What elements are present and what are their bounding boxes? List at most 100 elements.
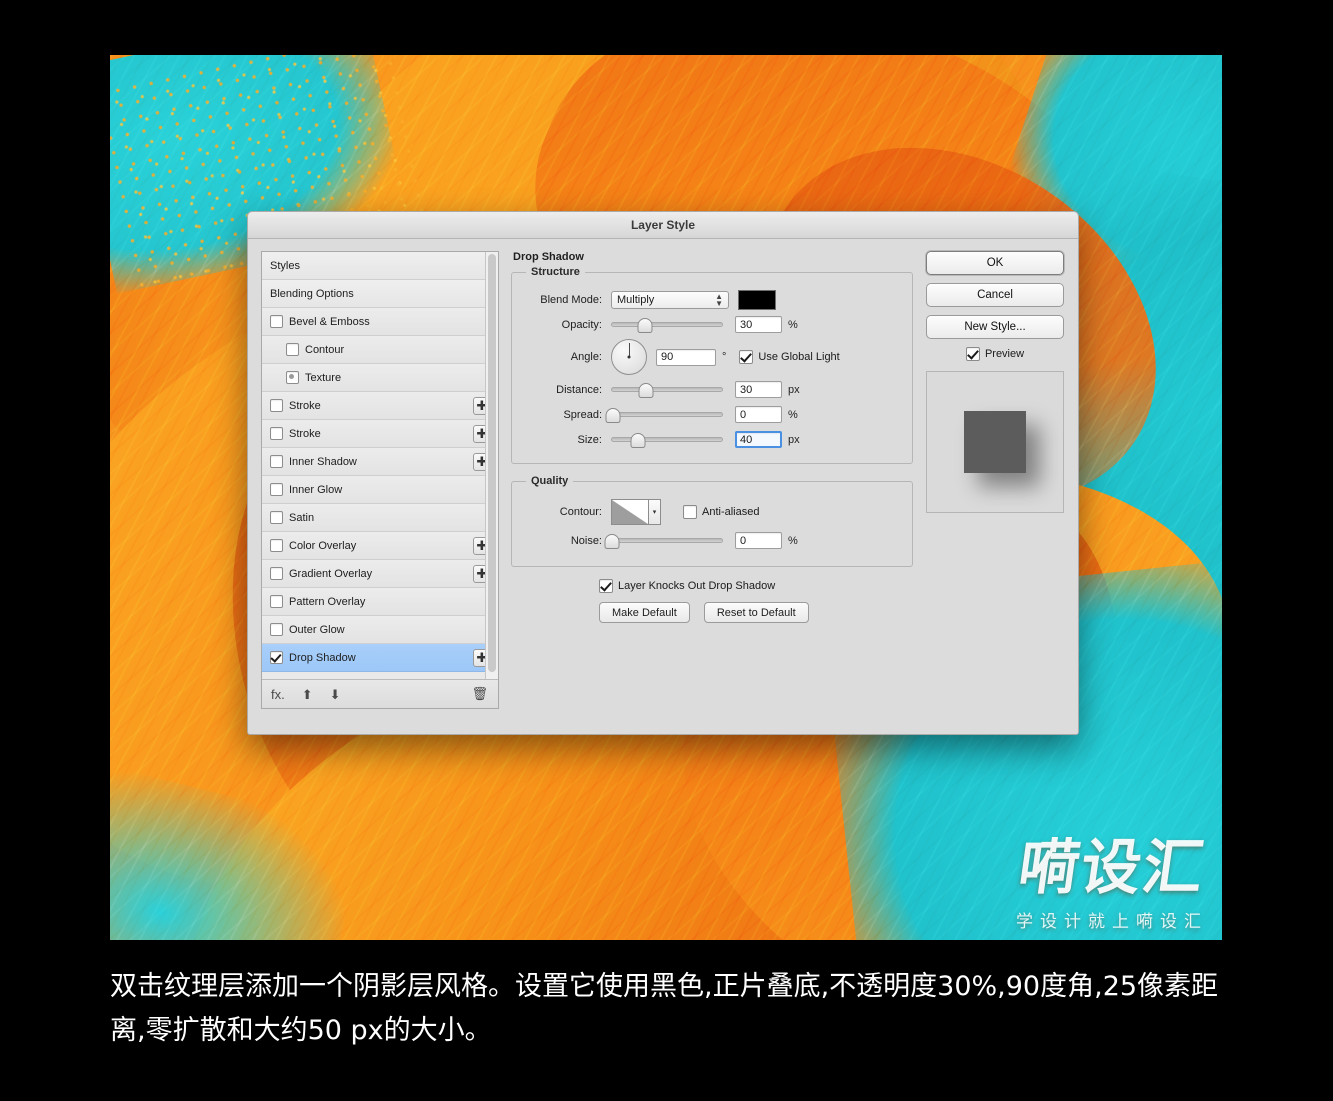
effect-row-stroke-5[interactable]: Stroke ✚	[262, 392, 498, 420]
angle-row: Angle: 90 ° Use Global Light	[524, 337, 900, 377]
slider-knob[interactable]	[638, 382, 654, 398]
checkbox-icon	[965, 347, 980, 361]
effect-checkbox-icon[interactable]	[270, 567, 283, 580]
effect-row-styles-0[interactable]: Styles	[262, 252, 498, 280]
layer-knocks-out-checkbox[interactable]: Layer Knocks Out Drop Shadow	[599, 579, 913, 593]
effects-scrollbar[interactable]	[485, 252, 498, 708]
shadow-color-swatch[interactable]	[738, 289, 776, 310]
effect-checkbox-icon[interactable]	[270, 427, 283, 440]
blend-mode-label: Blend Mode:	[540, 293, 602, 306]
watermark-subtitle: 学设计就上嗬设汇	[1016, 912, 1208, 932]
effects-panel: Styles Blending Options Bevel & Emboss Cont…	[261, 251, 499, 709]
angle-value: 90	[661, 351, 674, 363]
effect-row-color-overlay-10[interactable]: Color Overlay ✚	[262, 532, 498, 560]
watermark-title: 嗬设汇	[1014, 833, 1210, 903]
settings-column: Drop Shadow Structure Blend Mode: Multip…	[511, 251, 913, 709]
effect-row-texture-4[interactable]: Texture	[262, 364, 498, 392]
effect-checkbox-icon[interactable]	[270, 623, 283, 636]
trash-icon[interactable]: 🗑	[471, 686, 488, 702]
effect-row-pattern-overlay-12[interactable]: Pattern Overlay	[262, 588, 498, 616]
effects-list: Styles Blending Options Bevel & Emboss Cont…	[262, 252, 498, 679]
checkbox-icon	[739, 350, 754, 364]
noise-unit: %	[788, 534, 798, 547]
anti-aliased-checkbox[interactable]: Anti-aliased	[683, 505, 759, 519]
effect-label: Pattern Overlay	[289, 595, 366, 608]
noise-label: Noise:	[570, 534, 602, 547]
blend-mode-select[interactable]: Multiply ▲ ▼	[611, 290, 729, 309]
effect-label: Texture	[305, 371, 342, 384]
opacity-value: 30	[740, 318, 753, 331]
contour-curve	[612, 500, 648, 524]
noise-input[interactable]: 0	[735, 532, 782, 549]
noise-value: 0	[740, 534, 747, 547]
move-down-icon[interactable]: ⬇	[330, 688, 341, 701]
opacity-unit: %	[788, 318, 798, 331]
effect-checkbox-icon[interactable]	[270, 539, 283, 552]
effect-label: Stroke	[289, 399, 321, 412]
angle-dial[interactable]	[611, 339, 647, 375]
section-title: Drop Shadow	[513, 251, 584, 263]
effect-row-satin-9[interactable]: Satin	[262, 504, 498, 532]
distance-label: Distance:	[556, 383, 602, 396]
size-input[interactable]: 40	[735, 431, 782, 448]
dialog-titlebar[interactable]: Layer Style	[248, 212, 1078, 239]
slider-track	[611, 322, 723, 327]
size-label: Size:	[577, 433, 602, 446]
new-style-button[interactable]: New Style...	[926, 315, 1064, 339]
slider-track	[611, 412, 723, 417]
ok-button[interactable]: OK	[926, 251, 1064, 275]
opacity-input[interactable]: 30	[735, 316, 782, 333]
effect-row-drop-shadow-14[interactable]: Drop Shadow ✚	[262, 644, 498, 672]
effect-checkbox-icon[interactable]	[286, 343, 299, 356]
effects-scrollbar-thumb[interactable]	[488, 254, 496, 672]
move-up-icon[interactable]: ⬆	[302, 688, 313, 701]
contour-swatch[interactable]	[611, 499, 649, 525]
effect-checkbox-icon[interactable]	[286, 371, 299, 384]
slider-knob[interactable]	[604, 533, 620, 549]
noise-slider[interactable]	[604, 533, 723, 549]
effect-checkbox-icon[interactable]	[270, 399, 283, 412]
effect-row-bevel-emboss-2[interactable]: Bevel & Emboss	[262, 308, 498, 336]
reset-to-default-button[interactable]: Reset to Default	[703, 602, 809, 623]
slider-knob[interactable]	[605, 407, 621, 423]
fx-icon[interactable]: fx.	[271, 688, 285, 701]
size-slider[interactable]	[611, 432, 723, 448]
checkbox-icon	[683, 505, 697, 519]
effect-checkbox-icon[interactable]	[270, 595, 283, 608]
contour-picker[interactable]: ▾	[611, 499, 661, 525]
distance-unit: px	[788, 383, 800, 396]
opacity-label: Opacity:	[561, 318, 602, 331]
cancel-button[interactable]: Cancel	[926, 283, 1064, 307]
effect-row-inner-shadow-7[interactable]: Inner Shadow ✚	[262, 448, 498, 476]
slider-track	[611, 538, 723, 543]
effect-row-inner-glow-8[interactable]: Inner Glow	[262, 476, 498, 504]
spread-slider[interactable]	[605, 407, 723, 423]
effect-row-gradient-overlay-11[interactable]: Gradient Overlay ✚	[262, 560, 498, 588]
effect-row-contour-3[interactable]: Contour	[262, 336, 498, 364]
default-buttons: Make Default Reset to Default	[599, 602, 913, 623]
effect-checkbox-icon[interactable]	[270, 455, 283, 468]
effect-label: Stroke	[289, 427, 321, 440]
effect-checkbox-icon[interactable]	[270, 483, 283, 496]
angle-input[interactable]: 90	[656, 348, 716, 366]
distance-slider[interactable]	[611, 382, 723, 398]
effect-row-stroke-6[interactable]: Stroke ✚	[262, 420, 498, 448]
size-row: Size: 40 px	[524, 427, 900, 452]
effect-row-outer-glow-13[interactable]: Outer Glow	[262, 616, 498, 644]
effect-row-blending-options-1[interactable]: Blending Options	[262, 280, 498, 308]
effect-label: Gradient Overlay	[289, 567, 373, 580]
make-default-button[interactable]: Make Default	[599, 602, 690, 623]
distance-input[interactable]: 30	[735, 381, 782, 398]
effect-checkbox-icon[interactable]	[270, 315, 283, 328]
use-global-light-checkbox[interactable]: Use Global Light	[739, 350, 840, 364]
preview-checkbox[interactable]: Preview	[965, 347, 1024, 361]
slider-knob[interactable]	[630, 432, 646, 448]
size-value: 40	[740, 433, 753, 446]
preview-square	[964, 411, 1026, 473]
effect-checkbox-icon[interactable]	[270, 651, 283, 664]
opacity-slider[interactable]	[611, 317, 723, 333]
chevron-down-icon[interactable]: ▾	[649, 499, 661, 525]
slider-knob[interactable]	[637, 317, 653, 333]
effect-checkbox-icon[interactable]	[270, 511, 283, 524]
spread-input[interactable]: 0	[735, 406, 782, 423]
